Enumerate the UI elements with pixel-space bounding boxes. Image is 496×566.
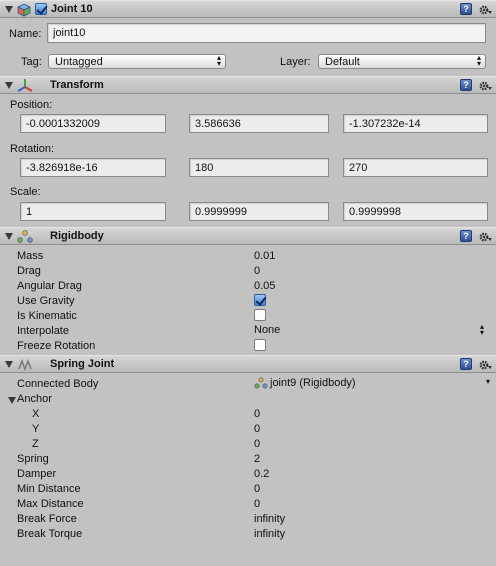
chevron-down-icon[interactable]: ▾ [486, 377, 490, 386]
anchor-y-value[interactable]: 0 [254, 423, 260, 435]
transform-title: Transform [50, 79, 104, 91]
interpolate-dropdown[interactable]: None ▴ ▾ [254, 322, 488, 338]
spring-value[interactable]: 2 [254, 453, 260, 465]
tag-value: Untagged [55, 56, 103, 68]
freeze-rotation-label: Freeze Rotation [17, 340, 96, 352]
anchor-x-label: X [32, 408, 40, 420]
max-distance-label: Max Distance [17, 498, 84, 510]
break-torque-value[interactable]: infinity [254, 528, 285, 540]
connected-body-field[interactable]: joint9 (Rigidbody) ▾ [254, 377, 490, 391]
max-distance-value[interactable]: 0 [254, 498, 260, 510]
rigidbody-icon [17, 230, 33, 243]
transform-header[interactable]: Transform ? [0, 76, 496, 94]
help-icon[interactable]: ? [460, 3, 472, 15]
drag-value[interactable]: 0 [254, 265, 260, 277]
interpolate-value: None [254, 324, 281, 336]
position-y-field[interactable]: 3.586636 [189, 114, 329, 133]
angular-drag-label: Angular Drag [17, 280, 82, 292]
gameobject-title: Joint 10 [51, 3, 93, 15]
foldout-arrow-icon[interactable] [5, 361, 13, 368]
damper-value[interactable]: 0.2 [254, 468, 269, 480]
anchor-label[interactable]: Anchor [17, 393, 52, 405]
spring-label: Spring [17, 453, 49, 465]
scale-z-field[interactable]: 0.9999998 [343, 202, 488, 221]
min-distance-label: Min Distance [17, 483, 81, 495]
drag-label: Drag [17, 265, 41, 277]
gameobject-header: Joint 10 ? [0, 0, 496, 18]
foldout-arrow-icon[interactable] [5, 233, 13, 240]
spring-joint-header[interactable]: Spring Joint ? [0, 355, 496, 373]
gameobject-cube-icon [17, 3, 31, 17]
dropdown-arrows-icon: ▴ ▾ [476, 53, 481, 68]
tag-label: Tag: [21, 56, 42, 68]
rigidbody-icon [254, 377, 268, 389]
min-distance-value[interactable]: 0 [254, 483, 260, 495]
dropdown-arrows-icon: ▴ ▾ [216, 53, 221, 68]
rotation-z-field[interactable]: 270 [343, 158, 488, 177]
use-gravity-checkbox[interactable] [254, 294, 266, 306]
anchor-y-label: Y [32, 423, 40, 435]
foldout-arrow-icon[interactable] [5, 82, 13, 89]
name-field[interactable]: joint10 [47, 23, 486, 43]
connected-body-value: joint9 (Rigidbody) [270, 377, 356, 389]
rotation-label: Rotation: [10, 143, 55, 155]
scale-x-field[interactable]: 1 [20, 202, 166, 221]
foldout-arrow-icon[interactable] [5, 6, 13, 13]
spring-joint-title: Spring Joint [50, 358, 115, 370]
help-icon[interactable]: ? [460, 358, 472, 370]
is-kinematic-checkbox[interactable] [254, 309, 266, 321]
position-x-field[interactable]: -0.0001332009 [20, 114, 166, 133]
anchor-z-value[interactable]: 0 [254, 438, 260, 450]
mass-value[interactable]: 0.01 [254, 250, 275, 262]
spring-joint-icon [18, 358, 32, 371]
tag-dropdown[interactable]: Untagged ▴ ▾ [48, 54, 226, 69]
layer-label: Layer: [280, 56, 311, 68]
dropdown-arrows-icon: ▴ ▾ [479, 322, 484, 337]
damper-label: Damper [17, 468, 57, 480]
rotation-x-field[interactable]: -3.826918e-16 [20, 158, 166, 177]
layer-value: Default [325, 56, 360, 68]
connected-body-label: Connected Body [17, 378, 99, 390]
gear-icon[interactable] [478, 79, 492, 93]
rigidbody-title: Rigidbody [50, 230, 104, 242]
rigidbody-header[interactable]: Rigidbody ? [0, 227, 496, 245]
scale-y-field[interactable]: 0.9999999 [189, 202, 329, 221]
is-kinematic-label: Is Kinematic [17, 310, 77, 322]
gear-icon[interactable] [478, 230, 492, 244]
gear-icon[interactable] [478, 358, 492, 372]
angular-drag-value[interactable]: 0.05 [254, 280, 275, 292]
help-icon[interactable]: ? [460, 230, 472, 242]
break-force-label: Break Force [17, 513, 77, 525]
anchor-x-value[interactable]: 0 [254, 408, 260, 420]
use-gravity-label: Use Gravity [17, 295, 75, 307]
active-checkbox[interactable] [35, 3, 47, 15]
gear-icon[interactable] [478, 3, 492, 17]
name-label: Name: [9, 28, 42, 40]
layer-dropdown[interactable]: Default ▴ ▾ [318, 54, 486, 69]
position-z-field[interactable]: -1.307232e-14 [343, 114, 488, 133]
break-force-value[interactable]: infinity [254, 513, 285, 525]
anchor-foldout-arrow-icon[interactable] [8, 397, 16, 404]
anchor-z-label: Z [32, 438, 39, 450]
rotation-y-field[interactable]: 180 [189, 158, 329, 177]
transform-axes-icon [17, 79, 33, 92]
scale-label: Scale: [10, 186, 41, 198]
break-torque-label: Break Torque [17, 528, 83, 540]
freeze-rotation-checkbox[interactable] [254, 339, 266, 351]
help-icon[interactable]: ? [460, 79, 472, 91]
position-label: Position: [10, 99, 53, 111]
interpolate-label: Interpolate [17, 325, 69, 337]
mass-label: Mass [17, 250, 44, 262]
